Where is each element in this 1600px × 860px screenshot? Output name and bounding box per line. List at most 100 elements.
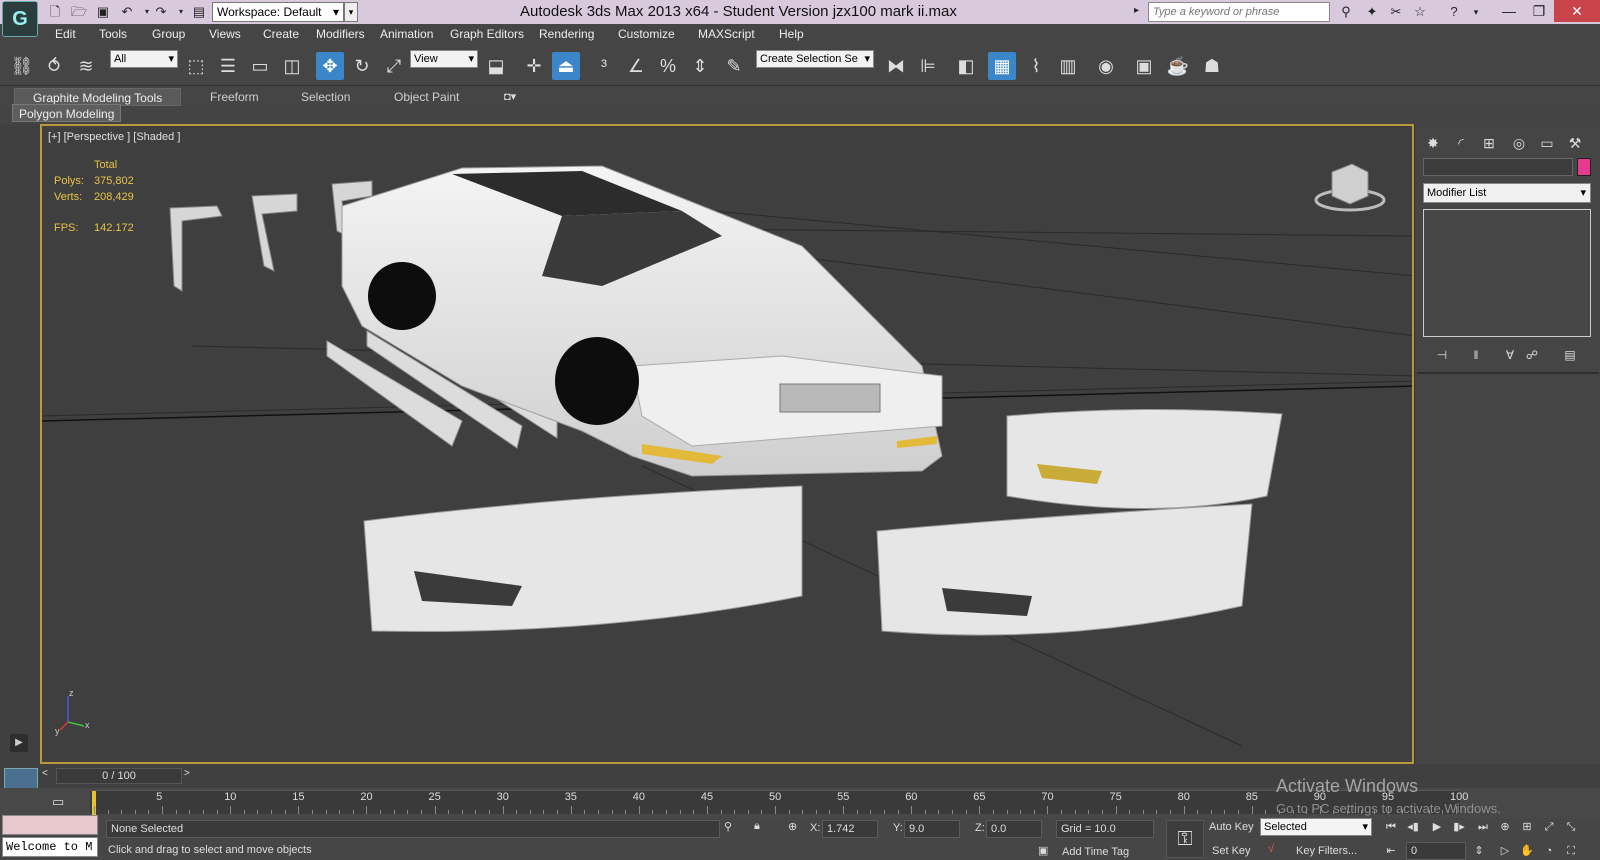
layer-manager-icon[interactable]: ◧ xyxy=(952,52,980,80)
pivot-center-icon[interactable]: ⬓ xyxy=(482,52,510,80)
selection-lock-icon[interactable]: 🔒︎ xyxy=(754,820,760,833)
utilities-tab-icon[interactable]: ⚒ xyxy=(1563,132,1587,154)
menu-help[interactable]: Help xyxy=(779,27,804,41)
render-setup-icon[interactable]: ▣ xyxy=(1130,52,1158,80)
angle-snap-icon[interactable]: ∠ xyxy=(622,52,650,80)
set-keys-key-icon[interactable]: ⚿ xyxy=(1166,820,1204,858)
tab-object-paint[interactable]: Object Paint xyxy=(376,88,477,106)
isolate-selection-icon[interactable]: ⚲ xyxy=(724,820,732,833)
search-input[interactable] xyxy=(1148,2,1330,22)
show-end-result-icon[interactable]: ‖ xyxy=(1465,346,1487,364)
undo-icon[interactable]: ↶ xyxy=(118,3,136,21)
zoom-icon[interactable]: ⊕ xyxy=(1496,818,1514,836)
go-to-end-icon[interactable]: ⏭ xyxy=(1474,818,1492,836)
object-color-swatch[interactable] xyxy=(1577,158,1591,176)
bind-space-warp-icon[interactable]: ≋ xyxy=(72,52,100,80)
binoculars-icon[interactable]: ⚲ xyxy=(1336,3,1356,21)
menu-animation[interactable]: Animation xyxy=(380,27,433,41)
mini-curve-editor-icon[interactable]: ▭ xyxy=(52,794,64,810)
select-and-rotate-icon[interactable]: ↻ xyxy=(348,52,376,80)
key-filters-button[interactable]: Key Filters... xyxy=(1296,845,1357,857)
tab-selection[interactable]: Selection xyxy=(283,88,368,106)
redo-dropdown-icon[interactable]: ▾ xyxy=(172,3,190,21)
hierarchy-tab-icon[interactable]: ⊞ xyxy=(1477,132,1501,154)
named-selection-set-dropdown[interactable]: Create Selection Se xyxy=(756,50,874,68)
maximize-viewport-icon[interactable]: ⛶ xyxy=(1562,842,1580,860)
perspective-viewport[interactable]: [+] [Perspective ] [Shaded ] Total Polys… xyxy=(40,124,1414,764)
zoom-extents-all-icon[interactable]: ⤡ xyxy=(1562,818,1580,836)
default-tangents-icon[interactable]: √ xyxy=(1268,843,1274,855)
set-key-button[interactable]: Set Key xyxy=(1212,845,1251,857)
workspace-dropdown[interactable]: Workspace: Default xyxy=(212,2,344,22)
keyboard-shortcut-override-icon[interactable]: ⏏ xyxy=(552,52,580,80)
select-and-move-icon[interactable]: ✥ xyxy=(316,52,344,80)
window-crossing-icon[interactable]: ◫ xyxy=(278,52,306,80)
subtab-polygon-modeling[interactable]: Polygon Modeling xyxy=(12,104,122,122)
graphite-toggle-icon[interactable]: ▦ xyxy=(988,52,1016,80)
make-unique-icon[interactable]: ∀ xyxy=(1499,346,1521,364)
schematic-view-icon[interactable]: ▥ xyxy=(1054,52,1082,80)
new-file-icon[interactable]: 🗋 xyxy=(46,3,64,21)
configure-sets-icon[interactable]: ▤ xyxy=(1559,346,1581,364)
menu-maxscript[interactable]: MAXScript xyxy=(698,27,755,41)
transform-mode-icon[interactable]: ⊕ xyxy=(788,820,797,833)
select-and-scale-icon[interactable]: ⤢ xyxy=(380,52,408,80)
time-next-icon[interactable]: > xyxy=(184,768,190,779)
expand-search-icon[interactable]: ▸ xyxy=(1134,5,1139,16)
key-mode-toggle-icon[interactable]: ⇤ xyxy=(1382,842,1400,860)
previous-frame-icon[interactable]: ◂▮ xyxy=(1404,818,1422,836)
reference-coordinate-dropdown[interactable]: View xyxy=(410,50,478,68)
remove-modifier-icon[interactable]: ☍ xyxy=(1521,346,1543,364)
z-coord-field[interactable]: 0.0 xyxy=(986,820,1042,838)
render-production-icon[interactable]: ☗ xyxy=(1198,52,1226,80)
menu-modifiers[interactable]: Modifiers xyxy=(316,27,365,41)
spinner-snap-icon[interactable]: ⇕ xyxy=(686,52,714,80)
time-tag-icon[interactable]: ▣ xyxy=(1038,844,1048,857)
object-name-field[interactable] xyxy=(1423,158,1573,176)
menu-rendering[interactable]: Rendering xyxy=(539,27,594,41)
modifier-stack[interactable] xyxy=(1423,209,1591,337)
select-by-name-icon[interactable]: ☰ xyxy=(214,52,242,80)
select-object-icon[interactable]: ⬚ xyxy=(182,52,210,80)
x-coord-field[interactable]: 1.742 xyxy=(822,820,878,838)
align-icon[interactable]: ⊫ xyxy=(914,52,942,80)
tab-freeform[interactable]: Freeform xyxy=(192,88,277,106)
ribbon-options-icon[interactable]: ◘▾ xyxy=(504,90,516,103)
percent-snap-icon[interactable]: % xyxy=(654,52,682,80)
orbit-icon[interactable]: ◔ xyxy=(1540,842,1558,860)
help-dropdown-icon[interactable]: ▾ xyxy=(1466,3,1486,21)
zoom-extents-icon[interactable]: ⤢ xyxy=(1540,818,1558,836)
help-icon[interactable]: ? xyxy=(1444,3,1464,21)
modifier-list-dropdown[interactable]: Modifier List xyxy=(1423,183,1591,203)
menu-tools[interactable]: Tools xyxy=(99,27,127,41)
motion-tab-icon[interactable]: ◎ xyxy=(1507,132,1531,154)
display-tab-icon[interactable]: ▭ xyxy=(1535,132,1559,154)
minimize-icon[interactable]: — xyxy=(1494,0,1524,22)
rectangular-selection-icon[interactable]: ▭ xyxy=(246,52,274,80)
auto-key-button[interactable]: Auto Key xyxy=(1209,821,1254,833)
go-to-start-icon[interactable]: ⏮ xyxy=(1382,818,1400,836)
track-bar[interactable]: 5 10 15 20 25 30 35 40 45 50 55 60 65 70 75 80 85 90 95 100 xyxy=(90,790,1468,815)
save-icon[interactable]: ▣ xyxy=(94,3,112,21)
menu-graph-editors[interactable]: Graph Editors xyxy=(450,27,524,41)
maxscript-mini-listener-input[interactable] xyxy=(2,815,98,835)
modify-tab-icon[interactable]: ◜ xyxy=(1449,132,1473,154)
menu-group[interactable]: Group xyxy=(152,27,185,41)
favorites-star-icon[interactable]: ☆ xyxy=(1410,3,1430,21)
rendered-frame-window-icon[interactable]: ☕ xyxy=(1164,52,1192,80)
menu-create[interactable]: Create xyxy=(263,27,299,41)
link-icon[interactable]: ⛓ xyxy=(8,52,36,80)
selection-filter-dropdown[interactable]: All xyxy=(110,50,178,68)
pin-stack-icon[interactable]: ⊣ xyxy=(1431,346,1453,364)
edit-named-selection-icon[interactable]: ✎ xyxy=(720,52,748,80)
zoom-all-icon[interactable]: ⊞ xyxy=(1518,818,1536,836)
time-slider[interactable]: 0 / 100 xyxy=(56,768,182,784)
redo-icon[interactable]: ↷ xyxy=(152,3,170,21)
project-folder-icon[interactable]: ▤ xyxy=(190,3,208,21)
subscription-icon[interactable]: ✦ xyxy=(1362,3,1382,21)
menu-views[interactable]: Views xyxy=(209,27,241,41)
select-and-manipulate-icon[interactable]: ✛ xyxy=(520,52,548,80)
current-frame-field[interactable]: 0 xyxy=(1406,842,1466,860)
create-tab-icon[interactable]: ✸ xyxy=(1421,132,1445,154)
y-coord-field[interactable]: 9.0 xyxy=(904,820,960,838)
